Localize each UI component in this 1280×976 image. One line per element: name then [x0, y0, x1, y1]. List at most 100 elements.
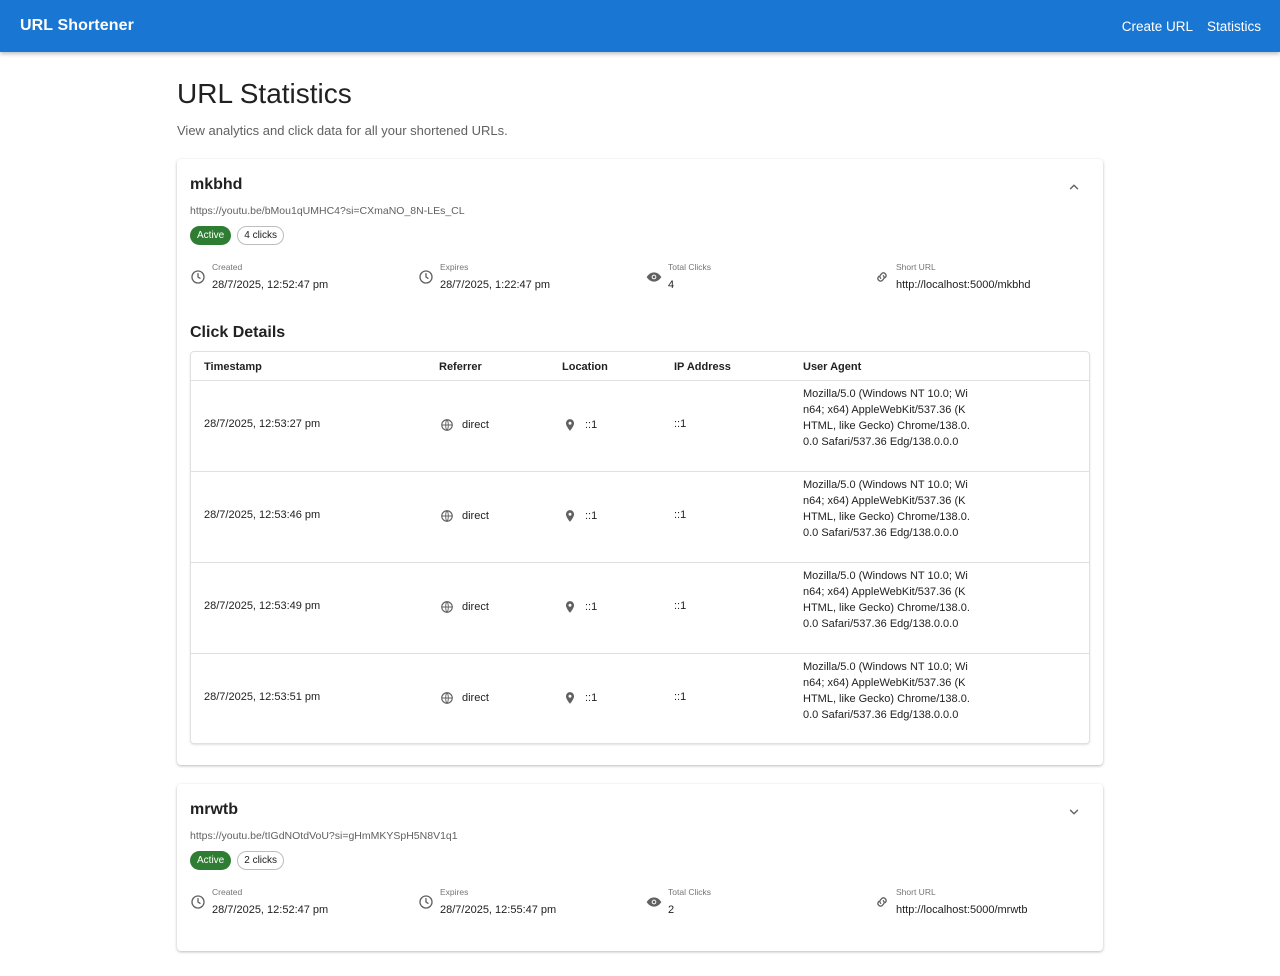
- clock-icon: [191, 270, 205, 284]
- location-pin-icon: [565, 601, 575, 613]
- expand-button[interactable]: [1065, 803, 1083, 821]
- referrer-text: direct: [462, 510, 489, 522]
- status-badge: Active: [190, 851, 232, 870]
- link-icon: [877, 897, 887, 907]
- timestamp-cell: 28/7/2025, 12:53:49 pm: [204, 600, 321, 612]
- table-row: 28/7/2025, 12:53:46 pm direct ::1 ::1 Mo…: [191, 472, 1089, 563]
- referrer-cell: direct: [440, 600, 489, 614]
- short-url-value[interactable]: http://localhost:5000/mrwtb: [896, 904, 1027, 916]
- stat-value: 28/7/2025, 12:52:47 pm: [212, 279, 329, 291]
- table-row: 28/7/2025, 12:53:49 pm direct ::1 ::1 Mo…: [191, 563, 1089, 654]
- referrer-text: direct: [462, 419, 489, 431]
- click-details-title: Click Details: [190, 324, 286, 341]
- user-agent-cell: Mozilla/5.0 (Windows NT 10.0; Win64; x64…: [803, 388, 970, 448]
- globe-icon: [441, 510, 453, 522]
- collapse-button[interactable]: [1065, 178, 1083, 196]
- stat-label: Total Clicks: [668, 887, 711, 897]
- ip-cell: ::1: [674, 418, 687, 430]
- stat-label: Created: [212, 262, 243, 272]
- url-card: mrwtb https://youtu.be/tIGdNOtdVoU?si=gH…: [177, 784, 1103, 951]
- globe-icon: [441, 601, 453, 613]
- stat-value: 28/7/2025, 12:55:47 pm: [440, 904, 557, 916]
- chevron-down-icon: [1069, 809, 1079, 815]
- status-badge: Active: [190, 226, 232, 245]
- stat-label: Created: [212, 887, 243, 897]
- clock-icon: [191, 895, 205, 909]
- stat-total-clicks: Total Clicks 4: [646, 262, 711, 291]
- eye-icon: [646, 272, 662, 282]
- referrer-text: direct: [462, 692, 489, 704]
- stat-created: Created 28/7/2025, 12:52:47 pm: [190, 262, 328, 291]
- location-cell: ::1: [563, 509, 597, 523]
- timestamp-cell: 28/7/2025, 12:53:46 pm: [204, 509, 321, 521]
- nav: Create URL Statistics: [1122, 19, 1261, 34]
- ip-cell: ::1: [674, 600, 687, 612]
- globe-icon: [441, 419, 453, 431]
- app-bar: URL Shortener Create URL Statistics: [0, 0, 1280, 52]
- location-text: ::1: [585, 692, 598, 704]
- location-pin-icon: [565, 692, 575, 704]
- stat-expires: Expires 28/7/2025, 12:55:47 pm: [418, 887, 556, 916]
- stat-short-url: Short URL http://localhost:5000/mrwtb: [874, 887, 1027, 916]
- column-header: Location: [562, 361, 608, 373]
- table-row: 28/7/2025, 12:53:27 pm direct ::1 ::1 Mo…: [191, 381, 1089, 472]
- column-header: IP Address: [674, 361, 731, 373]
- stat-expires: Expires 28/7/2025, 1:22:47 pm: [418, 262, 550, 291]
- location-cell: ::1: [563, 418, 597, 432]
- referrer-text: direct: [462, 601, 489, 613]
- ip-cell: ::1: [674, 509, 687, 521]
- stat-value: 4: [668, 279, 675, 291]
- app-title[interactable]: URL Shortener: [20, 17, 134, 35]
- stat-short-url: Short URL http://localhost:5000/mkbhd: [874, 262, 1031, 291]
- stat-total-clicks: Total Clicks 2: [646, 887, 711, 916]
- globe-icon: [441, 692, 453, 704]
- location-cell: ::1: [563, 691, 597, 705]
- click-details-table: Timestamp Referrer Location IP Address U…: [190, 351, 1090, 744]
- chips: Active 2 clicks: [190, 851, 285, 870]
- timestamp-cell: 28/7/2025, 12:53:51 pm: [204, 691, 321, 703]
- short-code: mkbhd: [190, 176, 243, 193]
- column-header: Referrer: [439, 361, 482, 373]
- column-header: User Agent: [803, 361, 862, 373]
- location-text: ::1: [585, 601, 598, 613]
- ip-cell: ::1: [674, 691, 687, 703]
- location-cell: ::1: [563, 600, 597, 614]
- column-header: Timestamp: [204, 361, 262, 373]
- stat-created: Created 28/7/2025, 12:52:47 pm: [190, 887, 328, 916]
- chips: Active 4 clicks: [190, 226, 285, 245]
- location-text: ::1: [585, 510, 598, 522]
- stat-label: Expires: [440, 887, 469, 897]
- page-subtitle: View analytics and click data for all yo…: [177, 123, 508, 138]
- short-url-value[interactable]: http://localhost:5000/mkbhd: [896, 279, 1031, 291]
- location-pin-icon: [565, 419, 575, 431]
- short-code: mrwtb: [190, 801, 238, 818]
- create-url-link[interactable]: Create URL: [1122, 19, 1193, 34]
- clicks-badge: 4 clicks: [237, 226, 285, 245]
- page-title: URL Statistics: [177, 78, 352, 109]
- referrer-cell: direct: [440, 509, 489, 523]
- statistics-link[interactable]: Statistics: [1207, 19, 1261, 34]
- stat-label: Total Clicks: [668, 262, 711, 272]
- stat-value: 2: [668, 904, 675, 916]
- clicks-badge: 2 clicks: [237, 851, 285, 870]
- link-icon: [877, 272, 887, 282]
- user-agent-cell: Mozilla/5.0 (Windows NT 10.0; Win64; x64…: [803, 479, 970, 539]
- referrer-cell: direct: [440, 418, 489, 432]
- clock-icon: [419, 270, 433, 284]
- eye-icon: [646, 897, 662, 907]
- location-pin-icon: [565, 510, 575, 522]
- user-agent-cell: Mozilla/5.0 (Windows NT 10.0; Win64; x64…: [803, 570, 970, 630]
- stat-label: Expires: [440, 262, 469, 272]
- stat-label: Short URL: [896, 887, 936, 897]
- stat-label: Short URL: [896, 262, 936, 272]
- referrer-cell: direct: [440, 691, 489, 705]
- stats-row: Created 28/7/2025, 12:52:47 pm Expires 2…: [190, 262, 1090, 294]
- clock-icon: [419, 895, 433, 909]
- timestamp-cell: 28/7/2025, 12:53:27 pm: [204, 418, 321, 430]
- original-url: https://youtu.be/tIGdNOtdVoU?si=gHmMKYSp…: [190, 830, 458, 842]
- original-url: https://youtu.be/bMou1qUMHC4?si=CXmaNO_8…: [190, 205, 465, 217]
- url-card: mkbhd https://youtu.be/bMou1qUMHC4?si=CX…: [177, 159, 1103, 765]
- chevron-up-icon: [1069, 184, 1079, 190]
- stat-value: 28/7/2025, 12:52:47 pm: [212, 904, 329, 916]
- stat-value: 28/7/2025, 1:22:47 pm: [440, 279, 551, 291]
